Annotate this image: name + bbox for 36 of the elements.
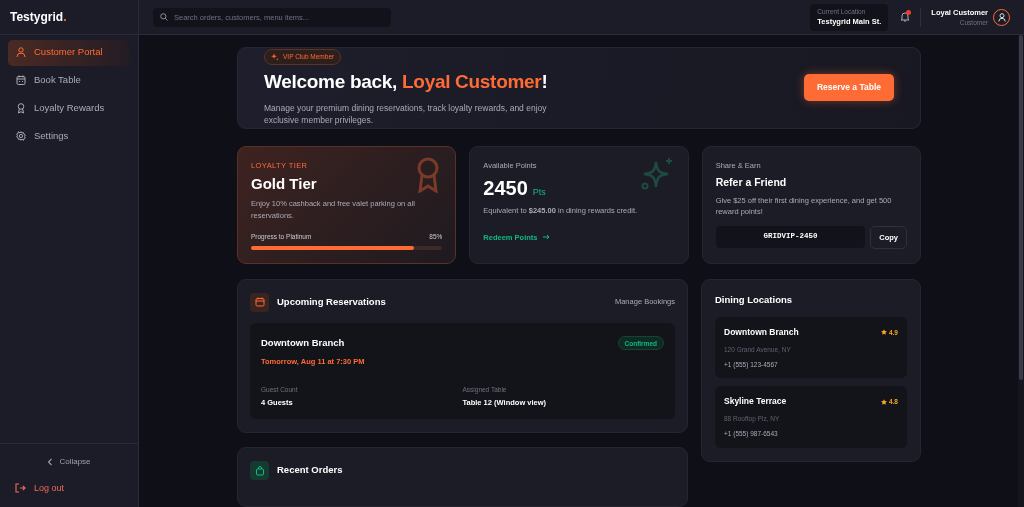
tier-title: Gold Tier <box>251 173 317 194</box>
brand-logo: Testygrid. <box>10 9 67 26</box>
sparkle-icon <box>271 52 279 61</box>
sidebar-item[interactable]: Book Table <box>8 67 129 94</box>
sidebar-item[interactable]: Settings <box>8 123 129 150</box>
collapse-button[interactable]: Collapse <box>0 451 138 472</box>
section-title: Recent Orders <box>277 463 343 478</box>
sidebar-item[interactable]: Customer Portal <box>8 39 129 66</box>
bell-icon <box>900 11 911 23</box>
section-title: Upcoming Reservations <box>277 294 386 309</box>
sparkle-icon <box>639 156 674 191</box>
points-unit: Pts <box>532 187 546 197</box>
award-icon <box>16 103 26 114</box>
chevron-left-icon <box>47 457 54 466</box>
location-name: Skyline Terrace <box>724 395 787 408</box>
welcome-heading: Welcome back, Loyal Customer! <box>264 70 549 95</box>
user-icon <box>16 47 26 58</box>
welcome-text: Manage your premium dining reservations, track loyalty rewards, and enjoy exclusive member privileges. <box>264 101 548 127</box>
calendar-icon <box>250 292 269 312</box>
sidebar-item[interactable]: Loyalty Rewards <box>8 95 129 122</box>
section-title: Dining Locations <box>715 292 794 307</box>
notification-button[interactable] <box>900 10 911 24</box>
branch-name: Downtown Branch <box>261 335 346 350</box>
bag-icon <box>250 461 269 480</box>
arrow-right-icon <box>542 234 550 241</box>
settings-icon <box>16 131 26 142</box>
points-value: 2450 <box>483 177 528 199</box>
logout-button[interactable]: Log out <box>0 477 80 499</box>
calendar-icon <box>16 75 26 86</box>
user-icon <box>997 12 1006 22</box>
referral-title: Refer a Friend <box>715 174 788 190</box>
star-icon <box>880 398 887 405</box>
logout-icon <box>15 483 26 494</box>
star-icon <box>880 329 887 336</box>
location-name: Downtown Branch <box>724 326 799 339</box>
scrollbar[interactable] <box>1018 35 1024 507</box>
